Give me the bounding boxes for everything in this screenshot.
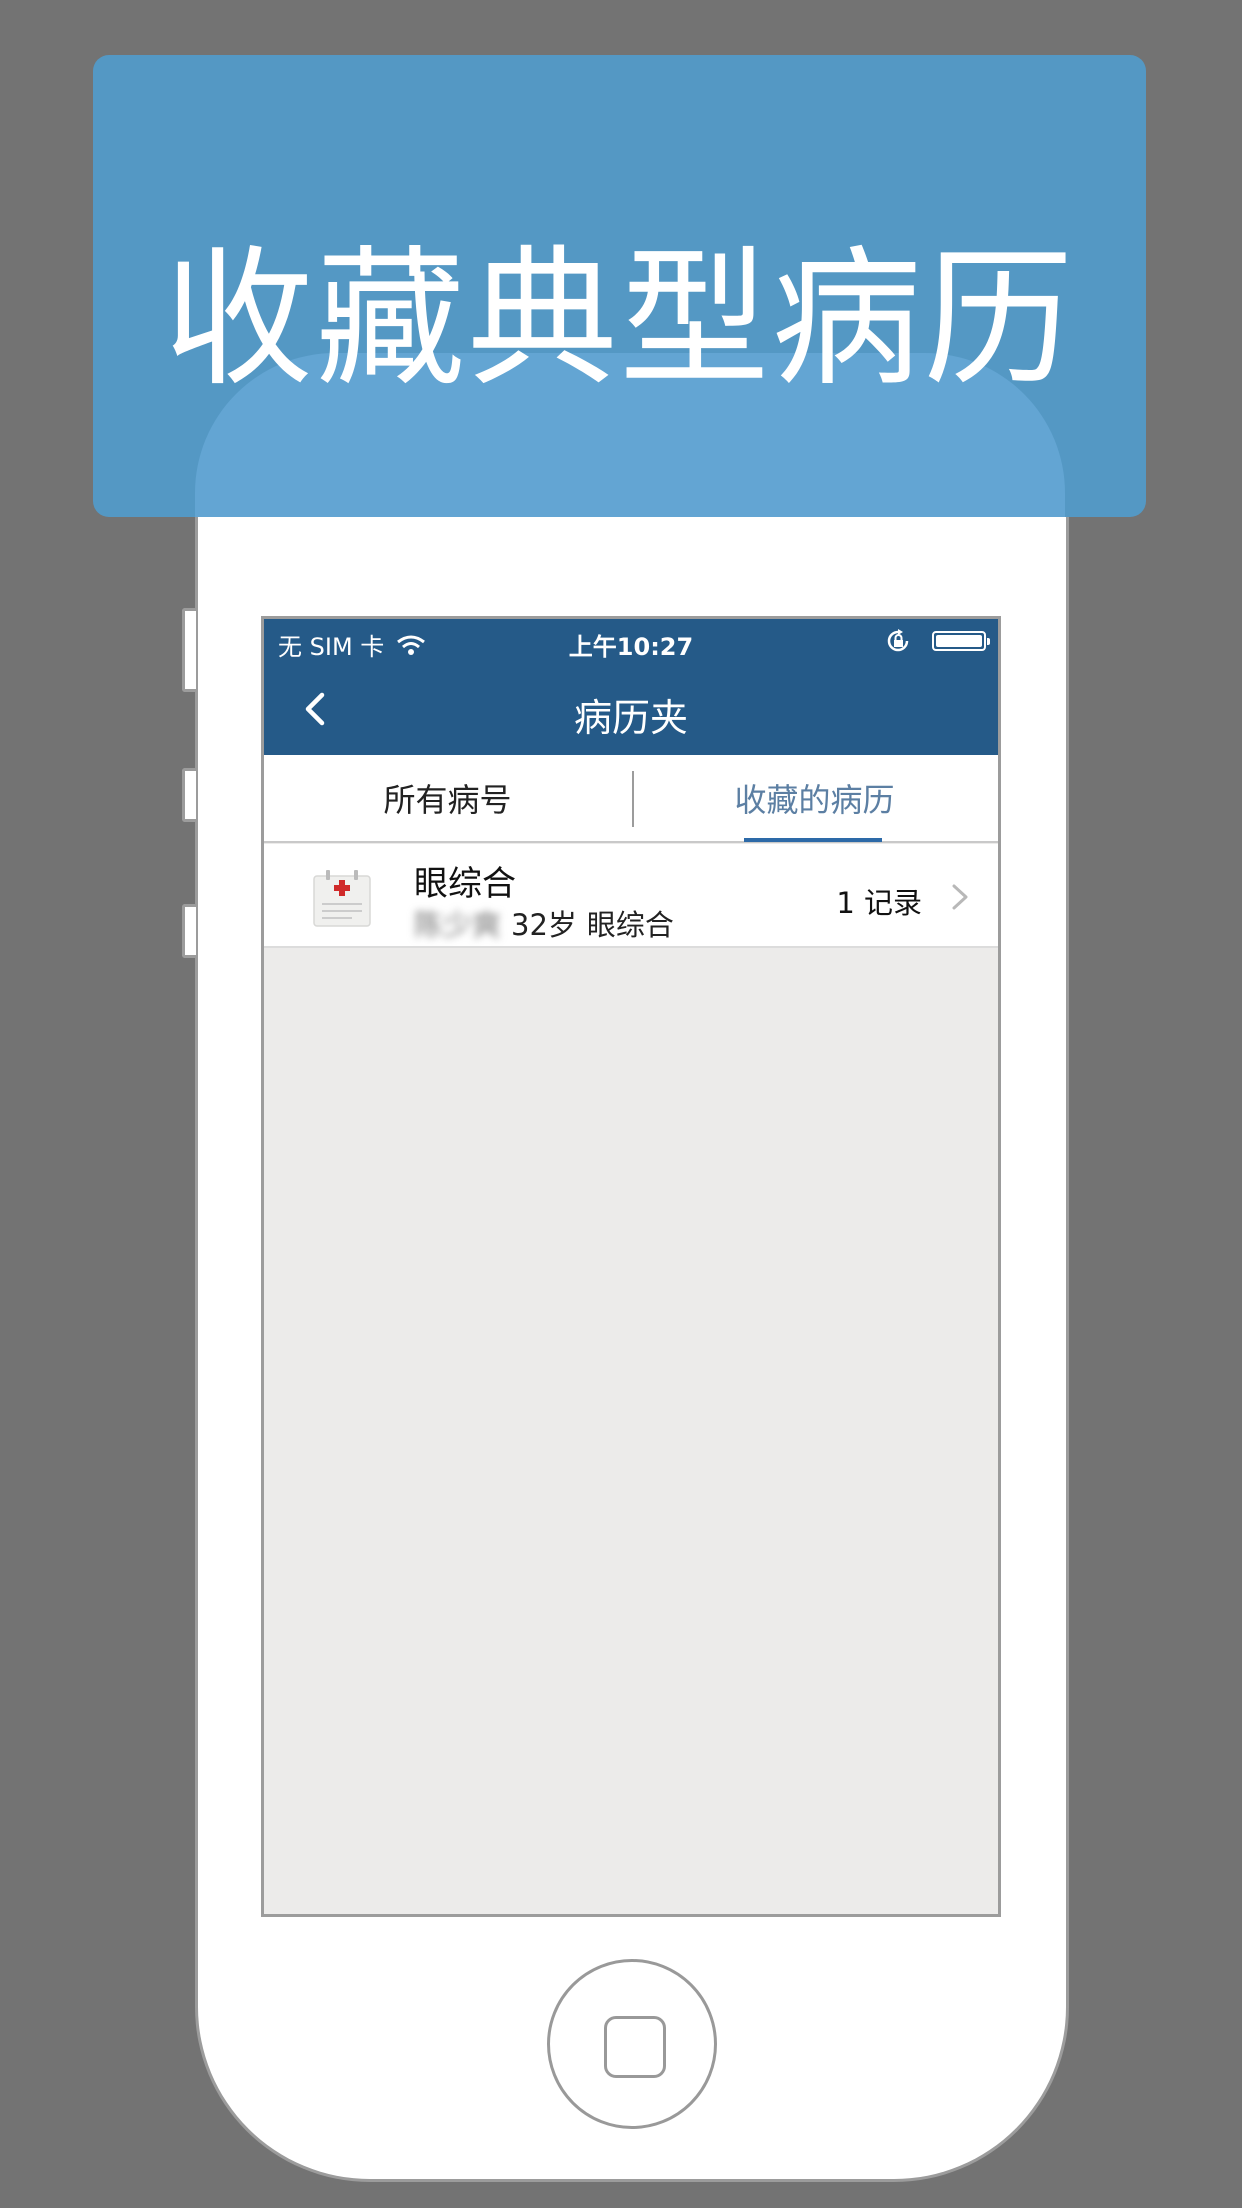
record-title: 眼综合	[414, 864, 516, 904]
stage: 收藏典型病历 无 SIM 卡 上午10:27 病历夹 所有病号 收藏的病历 眼综…	[0, 0, 1242, 2208]
phone-volume-up	[182, 768, 196, 822]
record-category: 眼综合	[586, 908, 674, 942]
banner-title: 收藏典型病历	[163, 233, 1076, 407]
status-bar: 无 SIM 卡 上午10:27	[264, 619, 998, 663]
phone-volume-down	[182, 904, 196, 958]
patient-name: 陈少爽	[414, 908, 502, 942]
home-square-icon	[604, 2016, 666, 2078]
nav-title: 病历夹	[573, 696, 688, 740]
home-button[interactable]	[547, 1959, 717, 2129]
record-count: 1 记录	[836, 886, 922, 920]
battery-icon	[932, 631, 990, 651]
phone-mute-switch	[182, 608, 196, 692]
chevron-right-icon	[952, 884, 968, 910]
patient-age: 32岁	[511, 908, 577, 942]
tab-bar: 所有病号 收藏的病历	[264, 755, 998, 843]
tab-all-patients[interactable]: 所有病号	[264, 755, 631, 841]
app-screen: 无 SIM 卡 上午10:27 病历夹 所有病号 收藏的病历 眼综合 陈少爽 3…	[261, 616, 1001, 1917]
medical-record-icon	[313, 870, 371, 927]
status-right	[886, 629, 990, 653]
rotation-lock-icon	[887, 629, 909, 652]
promo-banner: 收藏典型病历	[93, 55, 1146, 517]
tab-favorite-records[interactable]: 收藏的病历	[631, 755, 998, 841]
list-item[interactable]: 眼综合 陈少爽 32岁 眼综合 1 记录	[264, 844, 998, 948]
record-subtitle: 陈少爽 32岁 眼综合	[414, 902, 674, 944]
active-tab-indicator	[744, 838, 882, 842]
nav-bar: 病历夹	[264, 663, 998, 755]
battery-level	[936, 635, 982, 647]
